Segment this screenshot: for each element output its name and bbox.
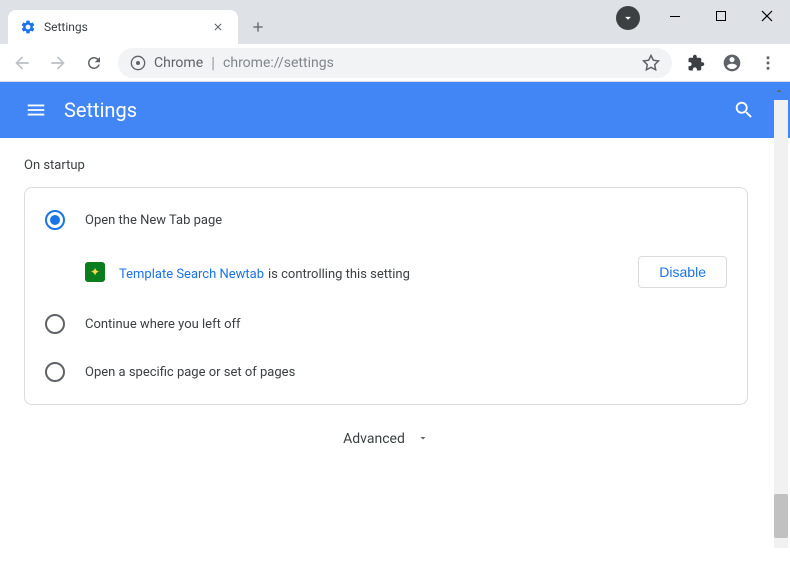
bookmark-star-icon[interactable] [642,54,660,72]
radio-label: Open the New Tab page [85,213,222,228]
menu-button[interactable] [752,47,784,79]
address-bar[interactable]: Chrome | chrome://settings [118,48,672,78]
radio-icon [45,210,65,230]
scrollbar-track[interactable] [774,100,788,548]
maximize-button[interactable] [698,0,744,32]
scrollbar-thumb[interactable] [774,494,788,538]
extension-name-link[interactable]: Template Search Newtab [119,267,264,282]
extensions-button[interactable] [680,47,712,79]
settings-content: On startup Open the New Tab page Templat… [0,138,772,472]
url-text: chrome://settings [223,55,634,71]
browser-tab-settings[interactable]: Settings [8,10,238,44]
scroll-up-icon[interactable] [772,84,786,98]
extension-icon [85,262,105,282]
close-window-button[interactable] [744,0,790,32]
tab-strip: Settings [0,0,272,44]
back-button[interactable] [6,47,38,79]
incognito-badge-icon [616,6,640,30]
advanced-label: Advanced [343,431,405,447]
radio-icon [45,362,65,382]
browser-toolbar: Chrome | chrome://settings [0,44,790,82]
site-info-icon[interactable] [130,55,146,71]
minimize-button[interactable] [652,0,698,32]
url-divider: | [211,53,215,72]
chevron-down-icon [417,429,429,448]
close-tab-icon[interactable] [210,19,226,35]
startup-options-card: Open the New Tab page Template Search Ne… [24,187,748,405]
radio-label: Open a specific page or set of pages [85,365,295,380]
new-tab-button[interactable] [244,13,272,41]
url-scheme-label: Chrome [154,55,203,71]
menu-hamburger-button[interactable] [16,90,56,130]
radio-icon [45,314,65,334]
radio-option-specific-pages[interactable]: Open a specific page or set of pages [25,348,747,396]
disable-button[interactable]: Disable [638,256,727,288]
section-title: On startup [24,158,748,173]
profile-button[interactable] [716,47,748,79]
settings-tab-icon [20,19,36,35]
window-titlebar: Settings [0,0,790,44]
extension-controlling-row: Template Search Newtab is controlling th… [25,244,747,300]
page-title: Settings [64,98,724,122]
forward-button[interactable] [42,47,74,79]
radio-label: Continue where you left off [85,317,241,332]
radio-option-new-tab[interactable]: Open the New Tab page [25,196,747,244]
tab-title: Settings [44,20,202,34]
settings-app-header: Settings [0,82,790,138]
reload-button[interactable] [78,47,110,79]
window-controls [652,0,790,32]
search-settings-button[interactable] [724,90,764,130]
advanced-toggle[interactable]: Advanced [24,405,748,472]
radio-option-continue[interactable]: Continue where you left off [25,300,747,348]
